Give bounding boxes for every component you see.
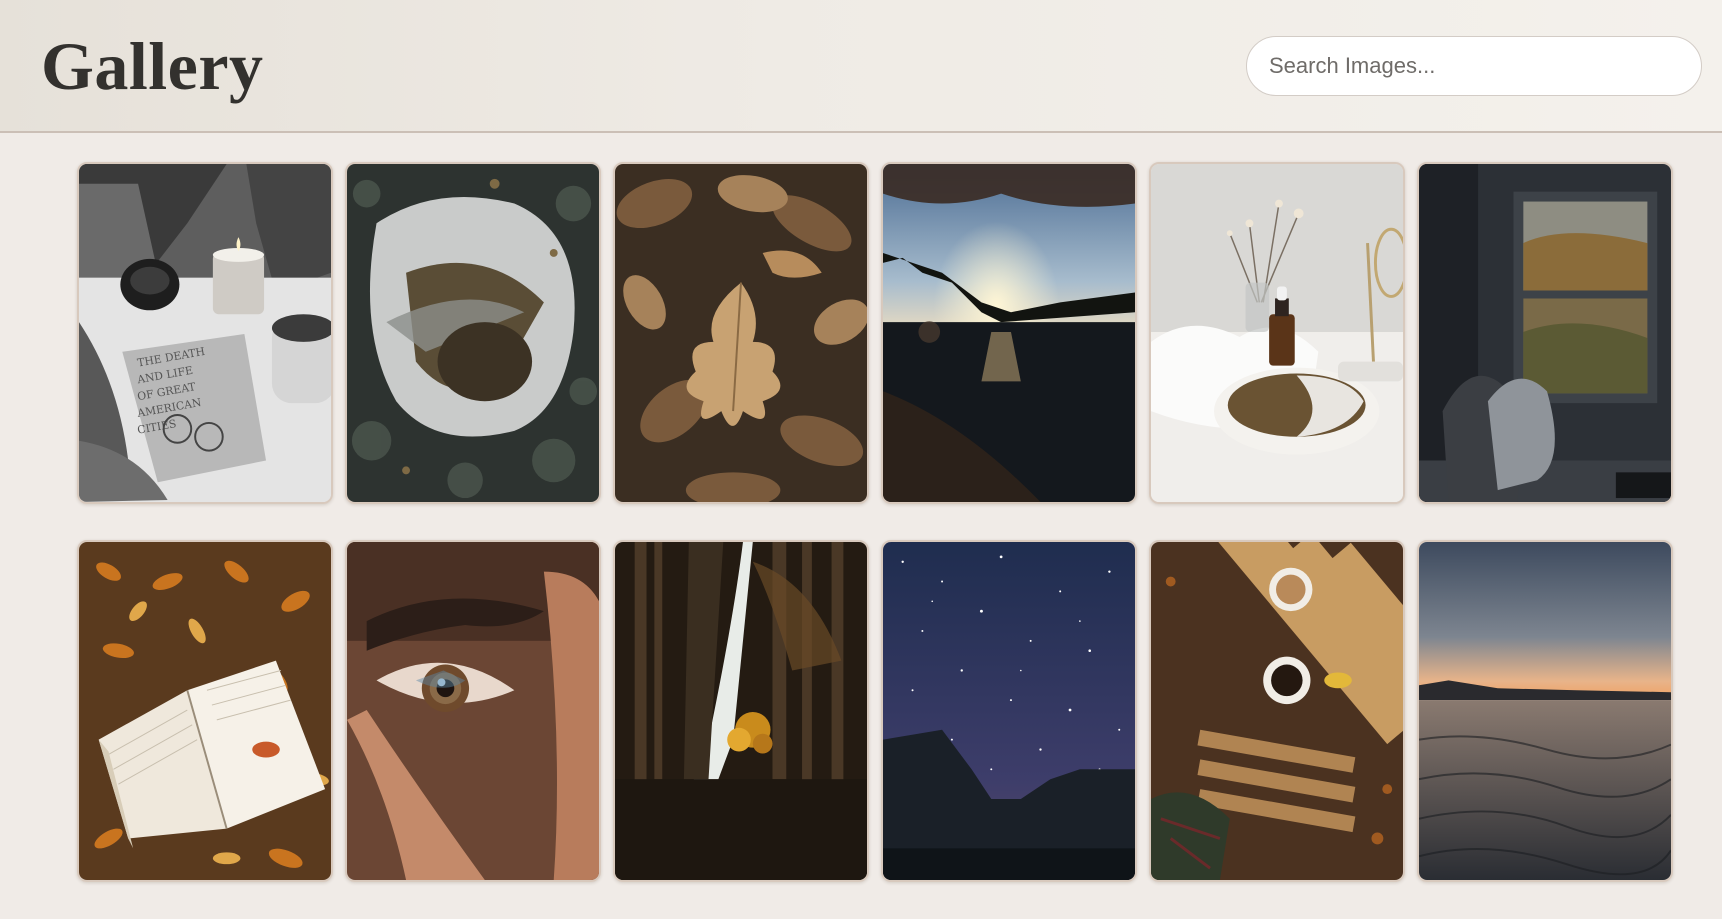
image-window bbox=[1419, 164, 1671, 502]
header-bar: Gallery bbox=[0, 0, 1722, 133]
image-card-candle-book[interactable]: THE DEATH AND LIFE OF GREAT AMERICAN CIT… bbox=[77, 162, 333, 504]
image-forest-path bbox=[615, 542, 867, 880]
image-puddle bbox=[347, 164, 599, 502]
image-card-oak-leaves[interactable] bbox=[613, 162, 869, 504]
image-lake-sunset bbox=[883, 164, 1135, 502]
image-card-forest-path[interactable] bbox=[613, 540, 869, 882]
image-beach-dusk bbox=[1419, 542, 1671, 880]
image-oak-leaves bbox=[615, 164, 867, 502]
image-card-window[interactable] bbox=[1417, 162, 1673, 504]
image-candle-book: THE DEATH AND LIFE OF GREAT AMERICAN CIT… bbox=[79, 164, 331, 502]
image-card-starry-night[interactable] bbox=[881, 540, 1137, 882]
image-card-book-leaves[interactable] bbox=[77, 540, 333, 882]
image-coffee-table bbox=[1151, 542, 1403, 880]
image-card-coffee-table[interactable] bbox=[1149, 540, 1405, 882]
page-title: Gallery bbox=[41, 28, 264, 104]
image-card-eye[interactable] bbox=[345, 540, 601, 882]
image-card-beach-dusk[interactable] bbox=[1417, 540, 1673, 882]
image-starry-night bbox=[883, 542, 1135, 880]
image-card-serum-bowl[interactable] bbox=[1149, 162, 1405, 504]
image-card-puddle[interactable] bbox=[345, 162, 601, 504]
search-input[interactable] bbox=[1246, 36, 1702, 96]
image-eye bbox=[347, 542, 599, 880]
image-book-leaves bbox=[79, 542, 331, 880]
image-card-lake-sunset[interactable] bbox=[881, 162, 1137, 504]
image-serum-bowl bbox=[1151, 164, 1403, 502]
